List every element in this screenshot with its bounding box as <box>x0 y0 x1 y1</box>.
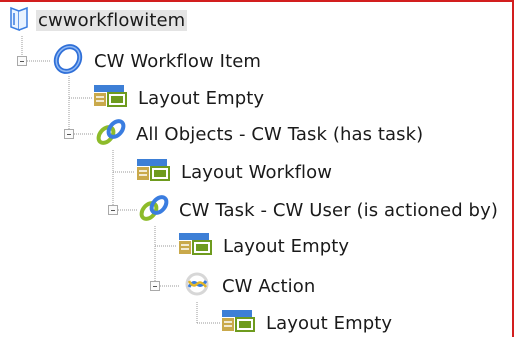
tree-root-label: cwworkflowitem <box>36 9 188 31</box>
blue-ring-icon <box>50 44 86 78</box>
tree-node-layout-empty-3[interactable]: Layout Empty <box>220 308 394 337</box>
tree-node-layout-empty-2[interactable]: Layout Empty <box>177 231 351 261</box>
tree-node-label: CW Task - CW User (is actioned by) <box>179 199 498 221</box>
layout-icon <box>92 82 130 114</box>
collapse-toggle-cw-action[interactable] <box>150 281 160 291</box>
tree-node-label: Layout Workflow <box>181 161 333 183</box>
layout-icon <box>220 307 258 337</box>
tree-node-label: CW Workflow Item <box>94 50 262 72</box>
collapse-toggle-cw-workflow-item[interactable] <box>17 56 27 66</box>
chain-link-icon <box>137 193 171 227</box>
tree-node-label: Layout Empty <box>223 235 350 257</box>
action-ring-icon <box>180 269 214 303</box>
tree-node-all-objects-cw-task[interactable]: All Objects - CW Task (has task) <box>94 119 425 149</box>
tree-node-label: CW Action <box>222 275 316 297</box>
tree-node-cw-task-cw-user[interactable]: CW Task - CW User (is actioned by) <box>137 195 500 225</box>
chain-link-icon <box>94 117 128 151</box>
tree-node-layout-empty-1[interactable]: Layout Empty <box>92 83 266 113</box>
tree-view[interactable]: cwworkflowitem CW Workflow Item Layout E… <box>0 0 514 337</box>
tree-node-label: All Objects - CW Task (has task) <box>136 123 424 145</box>
tree-node-label: Layout Empty <box>138 87 265 109</box>
collapse-toggle-all-objects[interactable] <box>64 129 74 139</box>
collapse-toggle-cw-task-user[interactable] <box>108 205 118 215</box>
tree-root-node[interactable]: cwworkflowitem <box>8 5 188 35</box>
tree-node-cw-action[interactable]: CW Action <box>180 271 317 301</box>
tree-node-cw-workflow-item[interactable]: CW Workflow Item <box>50 44 263 78</box>
layout-icon <box>177 230 215 262</box>
tree-node-layout-workflow[interactable]: Layout Workflow <box>135 157 334 187</box>
layout-icon <box>135 156 173 188</box>
book-icon <box>8 5 30 35</box>
tree-node-label: Layout Empty <box>266 312 393 334</box>
